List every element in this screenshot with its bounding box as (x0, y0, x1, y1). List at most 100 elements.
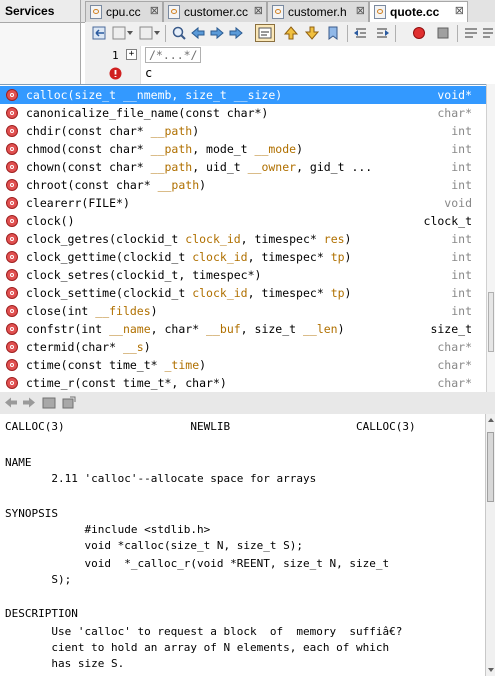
completion-item[interactable]: chown(const char* __path, uid_t __owner,… (0, 158, 487, 176)
function-icon (6, 323, 18, 335)
toggle-highlight-icon[interactable] (255, 24, 275, 42)
completion-item[interactable]: clock_getres(clockid_t clock_id, timespe… (0, 230, 487, 248)
function-icon (6, 233, 18, 245)
completion-return-type: int (451, 232, 472, 246)
find-previous-icon[interactable] (190, 25, 206, 41)
shift-right-icon[interactable] (374, 25, 390, 41)
completion-item[interactable]: chroot(const char* __path) int (0, 176, 487, 194)
function-icon (6, 143, 18, 155)
tab-label: cpu.cc (106, 5, 141, 19)
completion-signature: clock_settime(clockid_t clock_id, timesp… (26, 286, 352, 300)
find-selection-icon[interactable] (228, 25, 244, 41)
tab-customer-cc[interactable]: customer.cc ⊠ (163, 1, 267, 22)
completion-item[interactable]: calloc(size_t __nmemb, size_t __size) voi… (0, 86, 487, 104)
error-icon[interactable] (109, 67, 122, 80)
tab-label: customer.h (288, 5, 347, 19)
completion-item[interactable]: clock_settime(clockid_t clock_id, timesp… (0, 284, 487, 302)
forward-icon[interactable] (139, 25, 161, 41)
completion-signature: clock_gettime(clockid_t clock_id, timesp… (26, 250, 352, 264)
tab-close-icon[interactable]: ⊠ (356, 4, 365, 17)
documentation-scroll-thumb[interactable] (487, 432, 494, 502)
tab-close-icon[interactable]: ⊠ (455, 4, 464, 17)
header-file-icon (272, 5, 284, 19)
start-macro-icon[interactable] (411, 25, 427, 41)
completion-return-type: size_t (430, 322, 472, 336)
uncomment-icon[interactable] (481, 25, 493, 41)
doc-line: 2.11 'calloc'--allocate space for arrays (5, 472, 317, 485)
tab-cpu-cc[interactable]: cpu.cc ⊠ (85, 1, 163, 22)
completion-scroll-thumb[interactable] (488, 292, 494, 352)
function-icon (6, 89, 18, 101)
completion-item[interactable]: clock_gettime(clockid_t clock_id, timesp… (0, 248, 487, 266)
toggle-bookmark-icon[interactable] (325, 25, 341, 41)
completion-item[interactable]: chdir(const char* __path) int (0, 122, 487, 140)
code-completion-list[interactable]: calloc(size_t __nmemb, size_t __size) voi… (0, 84, 495, 394)
completion-return-type: int (451, 250, 472, 264)
completion-signature: clock() (26, 214, 75, 228)
last-edit-icon[interactable] (92, 25, 108, 41)
completion-item[interactable]: confstr(int __name, char* __buf, size_t … (0, 320, 487, 338)
completion-return-type: void* (437, 88, 472, 102)
function-icon (6, 341, 18, 353)
tab-close-icon[interactable]: ⊠ (150, 4, 159, 17)
doc-forward-icon[interactable] (22, 396, 36, 409)
go-to-source-icon[interactable] (62, 396, 76, 409)
completion-signature: ctime_r(const time_t*, char*) (26, 376, 227, 390)
doc-line: void *calloc(size_t N, size_t S); (5, 539, 304, 552)
scroll-up-icon[interactable] (487, 416, 495, 424)
completion-item[interactable]: ctime(const time_t* _time) char* (0, 356, 487, 374)
cpp-file-icon (374, 5, 386, 19)
completion-return-type: int (451, 304, 472, 318)
completion-item[interactable]: ctermid(char* __s) char* (0, 338, 487, 356)
completion-signature: clearerr(FILE*) (26, 196, 130, 210)
completion-item[interactable]: clock() clock_t (0, 212, 487, 230)
completion-return-type: char* (437, 340, 472, 354)
function-icon (6, 107, 18, 119)
tab-close-icon[interactable]: ⊠ (254, 4, 263, 17)
find-icon[interactable] (171, 25, 187, 41)
completion-signature: close(int __fildes) (26, 304, 158, 318)
editor-tab-strip: Services cpu.cc ⊠ customer.cc ⊠ customer… (0, 0, 495, 23)
completion-signature: chmod(const char* __path, mode_t __mode) (26, 142, 303, 156)
completion-signature: clock_setres(clockid_t, timespec*) (26, 268, 262, 282)
stop-macro-icon[interactable] (435, 25, 451, 41)
code-line-text[interactable]: c (145, 66, 152, 80)
completion-item[interactable]: close(int __fildes) int (0, 302, 487, 320)
completion-item[interactable]: chmod(const char* __path, mode_t __mode)… (0, 140, 487, 158)
previous-bookmark-icon[interactable] (283, 25, 299, 41)
line-number: 1 (112, 49, 119, 62)
completion-item[interactable]: clock_setres(clockid_t, timespec*) int (0, 266, 487, 284)
completion-return-type: char* (437, 106, 472, 120)
find-next-icon[interactable] (209, 25, 225, 41)
services-panel-header[interactable]: Services (0, 0, 81, 22)
doc-line: S); (5, 573, 72, 586)
completion-item[interactable]: canonicalize_file_name(const char*) char* (0, 104, 487, 122)
shift-left-icon[interactable] (353, 25, 369, 41)
completion-return-type: void (444, 196, 472, 210)
doc-line: SYNOPSIS (5, 507, 58, 520)
tab-label: quote.cc (390, 5, 440, 19)
completion-return-type: int (451, 160, 472, 174)
tab-customer-h[interactable]: customer.h ⊠ (267, 1, 369, 22)
next-bookmark-icon[interactable] (304, 25, 320, 41)
function-icon (6, 251, 18, 263)
tab-quote-cc[interactable]: quote.cc ⊠ (369, 1, 468, 23)
folded-comment[interactable]: /*...*/ (145, 47, 202, 63)
fold-expand-icon[interactable]: + (126, 49, 137, 60)
completion-signature: ctermid(char* __s) (26, 340, 151, 354)
doc-line: has size S. (5, 657, 125, 670)
comment-icon[interactable] (463, 25, 479, 41)
function-icon (6, 197, 18, 209)
back-icon[interactable] (112, 25, 134, 41)
open-in-browser-icon[interactable] (42, 396, 56, 409)
completion-item[interactable]: ctime_r(const time_t*, char*) char* (0, 374, 487, 392)
documentation-pane: CALLOC(3) NEWLIB CALLOC(3) NAME 2.11 'cal… (0, 414, 485, 676)
completion-scrollbar[interactable] (486, 84, 495, 392)
function-icon (6, 161, 18, 173)
doc-line: DESCRIPTION (5, 607, 78, 620)
scroll-down-icon[interactable] (487, 666, 495, 674)
doc-line: CALLOC(3) NEWLIB CALLOC(3) (5, 420, 416, 433)
doc-back-icon[interactable] (4, 396, 18, 409)
doc-line: void *_calloc_r(void *REENT, size_t N, s… (5, 557, 390, 570)
completion-item[interactable]: clearerr(FILE*) void (0, 194, 487, 212)
